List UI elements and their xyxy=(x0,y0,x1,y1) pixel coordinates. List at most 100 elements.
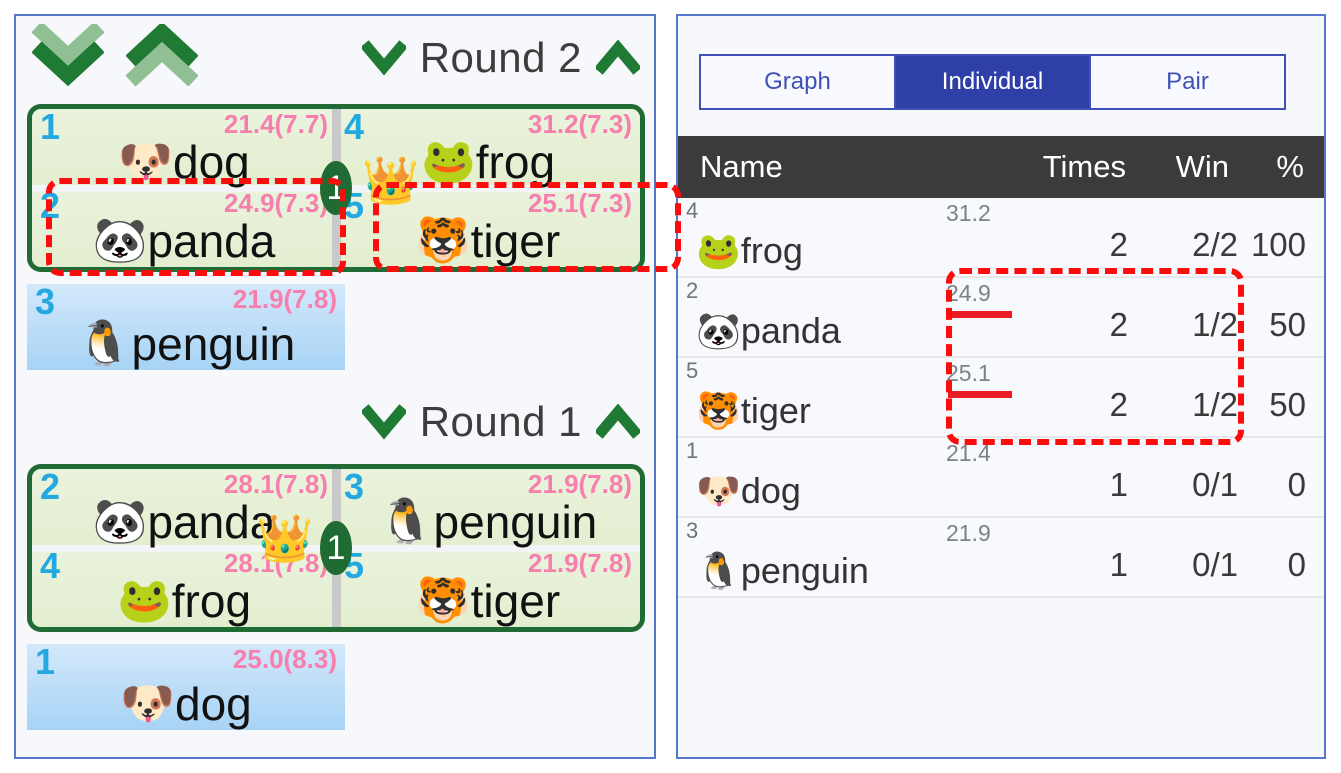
solo-score: 25.0(8.3) xyxy=(232,644,337,674)
round-title: Round 2 xyxy=(419,34,582,81)
chevron-up-icon[interactable] xyxy=(596,404,640,440)
dog-emoji: 🐶 xyxy=(120,678,176,728)
row-win: 1/2 xyxy=(1192,306,1238,343)
row-pct: 0 xyxy=(1287,466,1306,503)
tab-individual[interactable]: Individual xyxy=(896,56,1091,108)
entrant-name: penguin xyxy=(433,495,598,548)
tab-pair[interactable]: Pair xyxy=(1091,56,1284,108)
round1-solo-row[interactable]: 1 25.0(8.3) 🐶 dog xyxy=(27,644,345,730)
row-name: 🐸 frog xyxy=(696,232,803,270)
dog-emoji: 🐶 xyxy=(696,470,741,512)
round1-match-card[interactable]: 2 28.1(7.8) 🐼 panda 3 21.9(7.8) 🐧 pengui… xyxy=(27,464,645,632)
panda-emoji: 🐼 xyxy=(696,310,741,352)
row-name: 🐶 dog xyxy=(696,472,801,510)
sort-descending-double-chevron[interactable] xyxy=(32,24,104,86)
cell-entrant: 🐶 dog xyxy=(32,135,336,188)
row-pct: 100 xyxy=(1250,226,1306,263)
sort-controls xyxy=(32,24,198,86)
column-header-times: Times xyxy=(1042,149,1126,184)
row-rank: 3 xyxy=(686,518,699,543)
column-header-win: Win xyxy=(1175,149,1229,184)
match-cell[interactable]: 1 21.4(7.7) 🐶 dog xyxy=(32,109,336,188)
row-rank: 1 xyxy=(686,438,699,463)
entrant-name: penguin xyxy=(131,317,296,370)
cell-score: 21.9(7.8) xyxy=(527,548,632,578)
tiger-emoji: 🐯 xyxy=(415,575,471,625)
column-header-name: Name xyxy=(700,149,783,184)
row-times: 2 xyxy=(1109,226,1128,263)
cell-score: 21.4(7.7) xyxy=(223,109,328,139)
row-name-label: dog xyxy=(740,470,801,512)
panda-emoji: 🐼 xyxy=(92,215,148,265)
cell-entrant: 🐧 penguin xyxy=(336,495,640,548)
cell-entrant: 🐯 tiger xyxy=(336,214,640,267)
round-title: Round 1 xyxy=(419,398,582,445)
table-row[interactable]: 1 🐶 dog 21.4 1 0/1 0 xyxy=(678,438,1324,518)
cell-score: 28.1(7.8) xyxy=(223,469,328,499)
cell-score: 21.9(7.8) xyxy=(527,469,632,499)
frog-emoji: 🐸 xyxy=(420,136,476,186)
row-times: 2 xyxy=(1109,306,1128,343)
stats-panel: Graph Individual Pair Name Times Win % 4… xyxy=(676,14,1326,759)
solo-entrant: 🐶 dog xyxy=(27,677,345,730)
table-row[interactable]: 3 🐧 penguin 21.9 1 0/1 0 xyxy=(678,518,1324,598)
row-name: 🐧 penguin xyxy=(696,552,869,590)
frog-emoji: 🐸 xyxy=(116,575,172,625)
row-pct: 50 xyxy=(1269,306,1306,343)
entrant-name: frog xyxy=(171,574,252,627)
row-win: 0/1 xyxy=(1192,466,1238,503)
penguin-emoji: 🐧 xyxy=(696,550,741,592)
stats-table-header: Name Times Win % xyxy=(678,136,1324,198)
match-cell[interactable]: 2 24.9(7.3) 🐼 panda xyxy=(32,188,336,267)
round-header-2: Round 2 xyxy=(361,34,640,82)
cell-entrant: 🐸 frog xyxy=(32,574,336,627)
sort-ascending-double-chevron[interactable] xyxy=(126,24,198,86)
cell-entrant: 🐯 tiger xyxy=(336,575,640,625)
row-rank: 5 xyxy=(686,358,699,383)
cell-rank: 2 xyxy=(40,185,61,226)
table-row[interactable]: 4 🐸 frog 31.2 2 2/2 100 xyxy=(678,198,1324,278)
round2-solo-row[interactable]: 3 21.9(7.8) 🐧 penguin xyxy=(27,284,345,370)
cell-rank: 2 xyxy=(40,466,61,507)
row-times: 1 xyxy=(1109,546,1128,583)
table-row[interactable]: 5 🐯 tiger 25.1 2 1/2 50 xyxy=(678,358,1324,438)
chevron-down-icon[interactable] xyxy=(361,40,406,76)
solo-entrant: 🐧 penguin xyxy=(27,317,345,370)
entrant-name: panda xyxy=(147,214,276,267)
round2-match-card[interactable]: 1 21.4(7.7) 🐶 dog 4 31.2(7.3) 🐸 frog 2 2… xyxy=(27,104,645,272)
row-score-bar xyxy=(948,311,1012,318)
row-win: 2/2 xyxy=(1192,226,1238,263)
row-name: 🐯 tiger xyxy=(696,392,811,430)
chevron-down-icon[interactable] xyxy=(361,404,406,440)
row-name-label: panda xyxy=(740,310,841,352)
cell-score: 31.2(7.3) xyxy=(527,109,632,139)
row-score: 21.4 xyxy=(946,440,991,466)
row-times: 1 xyxy=(1109,466,1128,503)
row-times: 2 xyxy=(1109,386,1128,423)
cell-rank: 4 xyxy=(40,545,61,586)
frog-emoji: 🐸 xyxy=(696,230,741,272)
cell-rank: 1 xyxy=(40,106,61,147)
row-score: 21.9 xyxy=(946,520,991,546)
match-count-badge: 1 xyxy=(320,161,352,215)
cell-entrant: 🐼 panda xyxy=(32,214,336,267)
solo-rank: 3 xyxy=(35,281,56,322)
match-cell[interactable]: 3 21.9(7.8) 🐧 penguin xyxy=(336,469,640,548)
chevron-up-icon[interactable] xyxy=(596,40,640,76)
tab-graph[interactable]: Graph xyxy=(701,56,896,108)
entrant-name: dog xyxy=(175,677,252,730)
entrant-name: tiger xyxy=(470,214,561,267)
tiger-emoji: 🐯 xyxy=(415,215,471,265)
panda-emoji: 🐼 xyxy=(92,496,148,546)
crown-icon: 👑 xyxy=(362,154,420,206)
round-header-1: Round 1 xyxy=(361,398,640,446)
entrant-name: frog xyxy=(475,135,556,188)
column-header-pct: % xyxy=(1276,149,1304,184)
match-cell[interactable]: 5 21.9(7.8) 🐯 tiger xyxy=(336,548,640,627)
table-row[interactable]: 2 🐼 panda 24.9 2 1/2 50 xyxy=(678,278,1324,358)
stats-table-body: 4 🐸 frog 31.2 2 2/2 100 2 🐼 panda 24.9 2 1… xyxy=(678,198,1324,598)
app-screen: Round 2 1 21.4(7.7) 🐶 dog 4 31.2(7.3) 🐸 … xyxy=(0,0,1341,773)
rounds-panel: Round 2 1 21.4(7.7) 🐶 dog 4 31.2(7.3) 🐸 … xyxy=(14,14,656,759)
entrant-name: dog xyxy=(173,135,250,188)
cell-rank: 3 xyxy=(344,466,365,507)
